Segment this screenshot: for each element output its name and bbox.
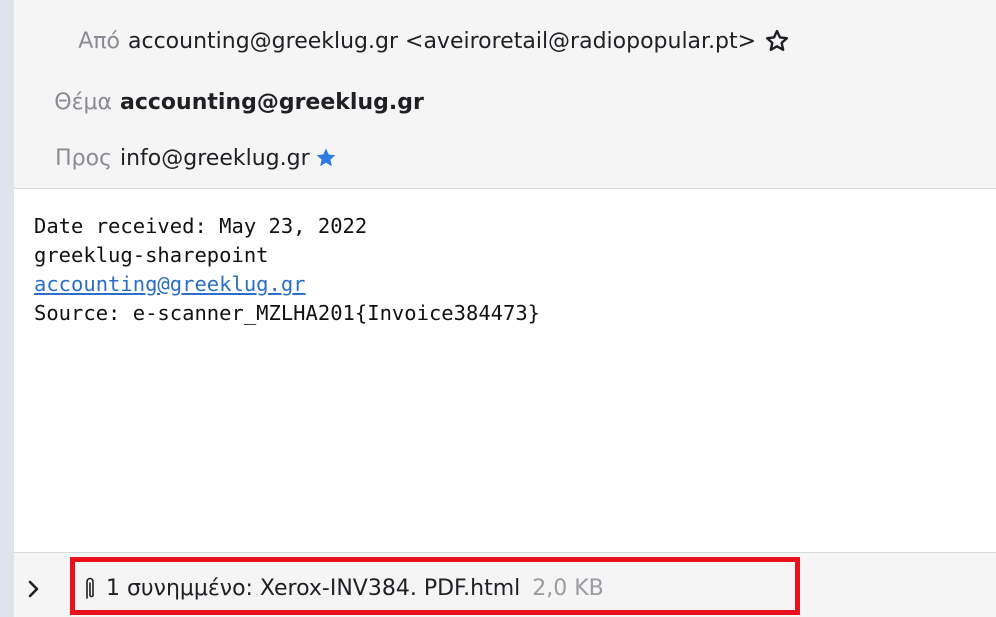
from-address[interactable]: accounting@greeklug.gr <aveiroretail@rad…	[128, 29, 756, 54]
source-line: Source: e-scanner_MZLHA201{Invoice384473…	[34, 301, 541, 325]
accounting-link[interactable]: accounting@greeklug.gr	[34, 272, 306, 296]
attachment-item[interactable]: 1 συνημμένο: Xerox-INV384. PDF.html 2,0 …	[82, 575, 604, 601]
from-row: Από accounting@greeklug.gr <aveiroretail…	[14, 23, 790, 59]
paperclip-icon	[82, 575, 98, 601]
to-row: Προς info@greeklug.gr	[14, 140, 338, 176]
message-view: Από accounting@greeklug.gr <aveiroretail…	[14, 0, 996, 617]
star-filled-icon[interactable]	[314, 146, 338, 170]
attachment-summary: 1 συνημμένο: Xerox-INV384. PDF.html	[106, 575, 521, 601]
date-line: Date received: May 23, 2022	[34, 214, 368, 238]
subject-text: accounting@greeklug.gr	[120, 89, 424, 115]
attachment-size: 2,0 KB	[532, 575, 604, 601]
subject-row: Θέμα accounting@greeklug.gr	[14, 84, 424, 120]
message-header: Από accounting@greeklug.gr <aveiroretail…	[14, 0, 996, 189]
chevron-right-icon[interactable]	[26, 579, 42, 599]
from-label: Από	[78, 28, 120, 54]
message-body: Date received: May 23, 2022 greeklug-sha…	[34, 212, 540, 328]
attachment-bar: 1 συνημμένο: Xerox-INV384. PDF.html 2,0 …	[14, 552, 996, 617]
to-address[interactable]: info@greeklug.gr	[120, 146, 310, 171]
star-outline-icon[interactable]	[764, 28, 790, 54]
subject-label: Θέμα	[54, 89, 112, 115]
to-label: Προς	[55, 145, 112, 171]
sharepoint-line: greeklug-sharepoint	[34, 243, 269, 267]
